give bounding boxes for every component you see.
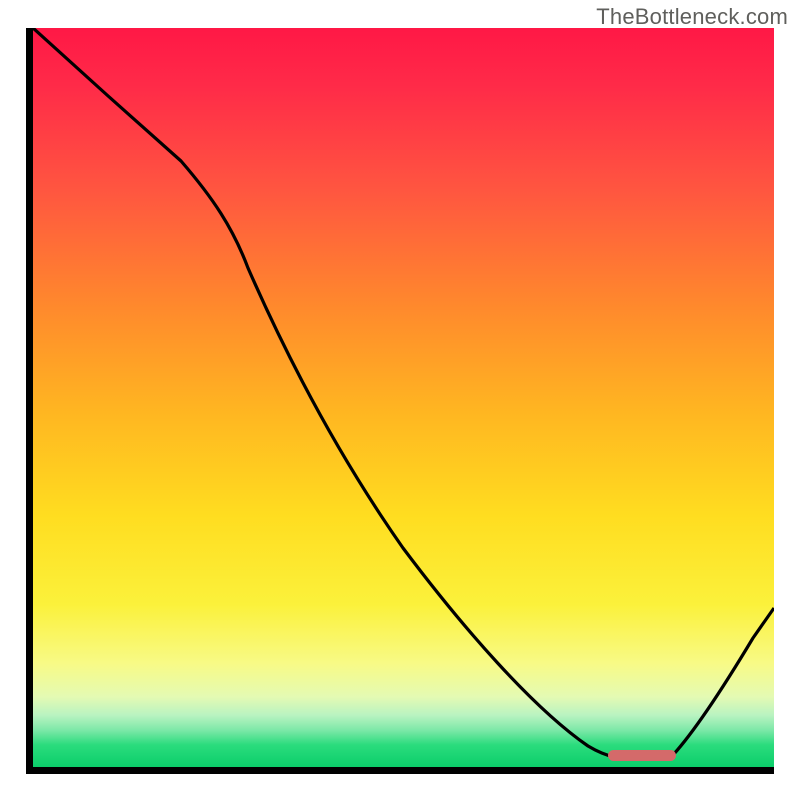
chart-container: TheBottleneck.com — [0, 0, 800, 800]
optimum-marker — [608, 750, 676, 761]
plot-area — [26, 28, 774, 774]
chart-overlay — [33, 28, 774, 767]
watermark-text: TheBottleneck.com — [596, 4, 788, 30]
bottleneck-curve-line — [33, 28, 774, 759]
